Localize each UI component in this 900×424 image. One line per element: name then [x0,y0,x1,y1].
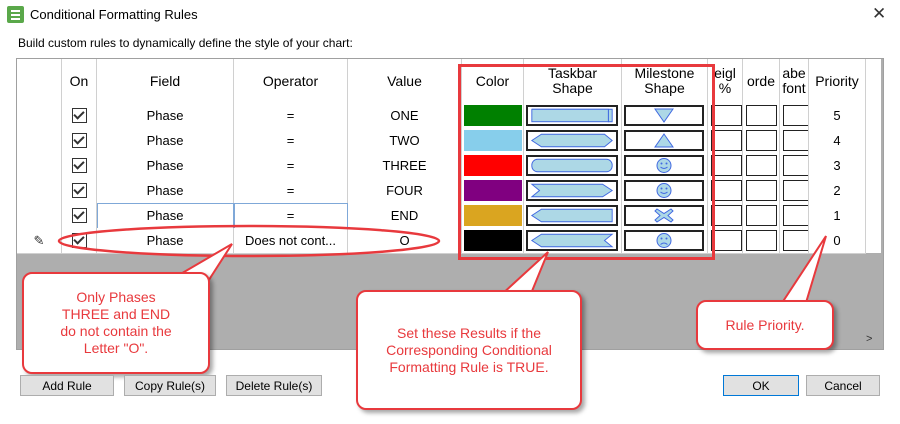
rule-highlight-ellipse [57,224,441,258]
cancel-button[interactable]: Cancel [806,375,880,396]
copy-rules-button[interactable]: Copy Rule(s) [124,375,216,396]
callout-phases-text: Only Phases THREE and END do not contain… [60,289,172,356]
callout-results-text: Set these Results if the Corresponding C… [386,324,552,375]
add-rule-button[interactable]: Add Rule [20,375,114,396]
scroll-right-icon[interactable]: > [866,333,872,345]
callout-phases: Only Phases THREE and END do not contain… [22,272,210,374]
callout-priority: Rule Priority. [696,300,834,350]
callout-priority-text: Rule Priority. [725,316,805,333]
ok-button[interactable]: OK [723,375,799,396]
callout-results: Set these Results if the Corresponding C… [356,290,582,410]
callout-pointer-priority [778,235,827,307]
delete-rules-button[interactable]: Delete Rule(s) [226,375,322,396]
